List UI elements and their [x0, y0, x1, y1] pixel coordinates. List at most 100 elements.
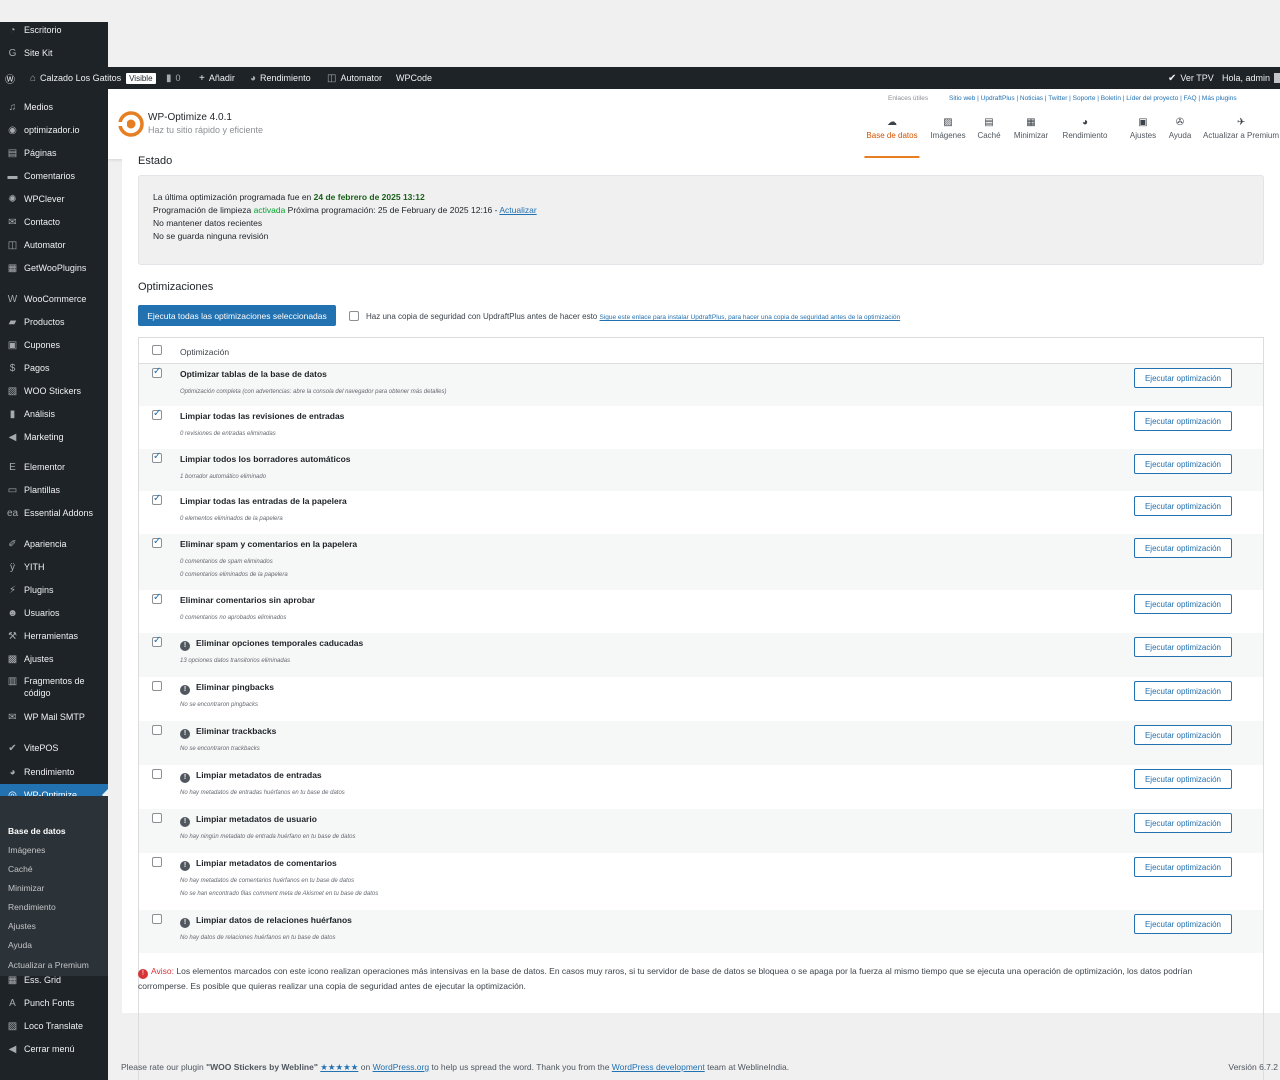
sidebar-item-analisis[interactable]: ▮ Análisis	[0, 403, 108, 425]
run-optimization-button[interactable]: Ejecutar optimización	[1134, 857, 1232, 877]
performance-link[interactable]: ◕ Rendimiento	[250, 67, 311, 89]
sidebar-item-ajustes[interactable]: ▩ Ajustes	[0, 648, 108, 670]
optimization-checkbox[interactable]	[152, 366, 162, 378]
sidebar-item-contacto[interactable]: ✉ Contacto	[0, 211, 108, 233]
sidebar-item-escritorio[interactable]: ◔ Escritorio	[0, 22, 108, 41]
sidebar-item-getwooplugins[interactable]: ▦ GetWooPlugins	[0, 257, 108, 279]
sidebar-item-label: Essential Addons	[24, 508, 94, 518]
optimization-checkbox[interactable]	[152, 813, 162, 823]
run-optimization-button[interactable]: Ejecutar optimización	[1134, 769, 1232, 789]
optimization-checkbox[interactable]	[152, 914, 162, 924]
optimization-checkbox[interactable]	[152, 725, 162, 735]
run-optimization-button[interactable]: Ejecutar optimización	[1134, 681, 1232, 701]
sidebar-item-wpclever[interactable]: ✺ WPClever	[0, 188, 108, 210]
submenu-item-base-de-datos[interactable]: Base de datos	[8, 826, 66, 836]
tab-rendimiento[interactable]: ◕ Rendimiento	[1063, 117, 1108, 140]
sidebar-item-automator[interactable]: ◫ Automator	[0, 234, 108, 256]
sidebar-item-optimizador-io[interactable]: ◉ optimizador.io	[0, 119, 108, 141]
run-all-optimizations-button[interactable]: Ejecuta todas las optimizaciones selecci…	[138, 305, 336, 326]
sidebar-item-marketing[interactable]: ◀ Marketing	[0, 426, 108, 448]
run-optimization-button[interactable]: Ejecutar optimización	[1134, 725, 1232, 745]
sidebar-item-essential-addons[interactable]: ea Essential Addons	[0, 502, 108, 524]
sidebar-item-cupones[interactable]: ▣ Cupones	[0, 334, 108, 356]
optimization-checkbox[interactable]	[152, 769, 162, 779]
run-optimization-button[interactable]: Ejecutar optimización	[1134, 813, 1232, 833]
wordpress-logo-icon[interactable]: Ⓦ	[5, 67, 19, 89]
sidebar-item-loco-translate[interactable]: ▨ Loco Translate	[0, 1015, 108, 1037]
optimization-checkbox[interactable]	[152, 635, 162, 647]
sidebar-item-paginas[interactable]: ▤ Páginas	[0, 142, 108, 164]
sidebar-item-elementor[interactable]: E Elementor	[0, 456, 108, 478]
tab-actualizar-a-premium[interactable]: ✈ Actualizar a Premium	[1203, 117, 1279, 140]
submenu-item-actualizar-a-premium[interactable]: Actualizar a Premium	[8, 960, 89, 970]
useful-links[interactable]: Sitio web | UpdraftPlus | Noticias | Twi…	[949, 95, 1237, 102]
sidebar-item-herramientas[interactable]: ⚒ Herramientas	[0, 625, 108, 647]
wordpress-org-link[interactable]: WordPress.org	[373, 1062, 430, 1072]
optimization-result: No hay datos de relaciones huérfanos en …	[180, 935, 336, 941]
sidebar-item-wp-mail-smtp[interactable]: ✉ WP Mail SMTP	[0, 706, 108, 728]
submenu-item-rendimiento[interactable]: Rendimiento	[8, 902, 56, 912]
tab-ayuda[interactable]: ✇ Ayuda	[1169, 117, 1192, 140]
submenu-item-cache[interactable]: Caché	[8, 864, 33, 874]
run-optimization-button[interactable]: Ejecutar optimización	[1134, 914, 1232, 934]
updraftplus-install-link[interactable]: Sigue este enlace para instalar UpdraftP…	[599, 314, 900, 321]
sidebar-item-woocommerce[interactable]: W WooCommerce	[0, 288, 108, 310]
run-optimization-button[interactable]: Ejecutar optimización	[1134, 368, 1232, 388]
optimization-checkbox[interactable]	[152, 536, 162, 548]
submenu-item-ajustes[interactable]: Ajustes	[8, 921, 36, 931]
optimization-checkbox[interactable]	[152, 681, 162, 691]
site-name-link[interactable]: ⌂ Calzado Los Gatitos Visible	[30, 67, 156, 89]
run-optimization-button[interactable]: Ejecutar optimización	[1134, 454, 1232, 474]
tab-base-de-datos[interactable]: ☁ Base de datos	[864, 117, 920, 158]
run-optimization-button[interactable]: Ejecutar optimización	[1134, 496, 1232, 516]
optimization-checkbox[interactable]	[152, 408, 162, 420]
sidebar-item-comentarios[interactable]: ▬ Comentarios	[0, 165, 108, 187]
sidebar-item-fragmentos-de-codigo[interactable]: ▥ Fragmentos de código	[0, 673, 108, 703]
run-optimization-button[interactable]: Ejecutar optimización	[1134, 594, 1232, 614]
optimization-checkbox[interactable]	[152, 857, 162, 867]
sidebar-item-plantillas[interactable]: ▭ Plantillas	[0, 479, 108, 501]
my-account-link[interactable]: Hola, admin	[1222, 67, 1280, 89]
optimization-result: 0 elementos eliminados de la papelera	[180, 516, 283, 522]
comments-link[interactable]: ▮ 0	[166, 67, 181, 89]
sidebar-item-vitepos[interactable]: ✔ VitePOS	[0, 737, 108, 759]
sidebar-item-plugins[interactable]: ⚡ Plugins	[0, 579, 108, 601]
rating-stars-link[interactable]: ★★★★★	[320, 1062, 358, 1072]
optimization-checkbox[interactable]	[152, 451, 162, 463]
sidebar-item-rendimiento[interactable]: ◕ Rendimiento	[0, 761, 108, 783]
sidebar-item-yith[interactable]: ÿ YITH	[0, 556, 108, 578]
submenu-item-ayuda[interactable]: Ayuda	[8, 940, 32, 950]
sidebar-item-medios[interactable]: ♫ Medios	[0, 96, 108, 118]
view-tpv-link[interactable]: ✔ Ver TPV	[1168, 67, 1214, 89]
optimization-checkbox[interactable]	[152, 493, 162, 505]
new-content-link[interactable]: + Añadir	[199, 67, 235, 89]
sidebar-item-punch-fonts[interactable]: A Punch Fonts	[0, 992, 108, 1014]
sidebar-item-productos[interactable]: ▰ Productos	[0, 311, 108, 333]
optimizations-heading: Optimizaciones	[138, 281, 214, 293]
tab-imagenes[interactable]: ▨ Imágenes	[930, 117, 965, 140]
tab-minimizar[interactable]: ▦ Minimizar	[1014, 117, 1048, 140]
run-optimization-button[interactable]: Ejecutar optimización	[1134, 538, 1232, 558]
wpcode-link[interactable]: WPCode	[396, 67, 432, 89]
automator-link[interactable]: ◫ Automator	[327, 67, 382, 89]
sidebar-item-cerrar-menu[interactable]: ◀ Cerrar menú	[0, 1038, 108, 1060]
schedule-active: activada	[253, 205, 286, 215]
backup-checkbox[interactable]	[349, 311, 359, 321]
table-header: Optimización	[139, 338, 1263, 364]
sidebar-item-site-kit[interactable]: G Site Kit	[0, 42, 108, 64]
sidebar-item-usuarios[interactable]: ☻ Usuarios	[0, 602, 108, 624]
wordpress-development-link[interactable]: WordPress development	[612, 1062, 705, 1072]
comments-icon: ▬	[7, 170, 18, 182]
run-optimization-button[interactable]: Ejecutar optimización	[1134, 411, 1232, 431]
run-optimization-button[interactable]: Ejecutar optimización	[1134, 637, 1232, 657]
tab-cache[interactable]: ▤ Caché	[977, 117, 1000, 140]
sidebar-item-pagos[interactable]: $ Pagos	[0, 357, 108, 379]
sidebar-item-apariencia[interactable]: ✐ Apariencia	[0, 533, 108, 555]
submenu-item-minimizar[interactable]: Minimizar	[8, 883, 44, 893]
refresh-link[interactable]: Actualizar	[499, 205, 536, 215]
optimization-checkbox[interactable]	[152, 592, 162, 604]
tab-ajustes[interactable]: ▣ Ajustes	[1130, 117, 1156, 140]
sidebar-item-woo-stickers[interactable]: ▧ WOO Stickers	[0, 380, 108, 402]
select-all-checkbox[interactable]	[152, 345, 162, 355]
submenu-item-imagenes[interactable]: Imágenes	[8, 845, 45, 855]
